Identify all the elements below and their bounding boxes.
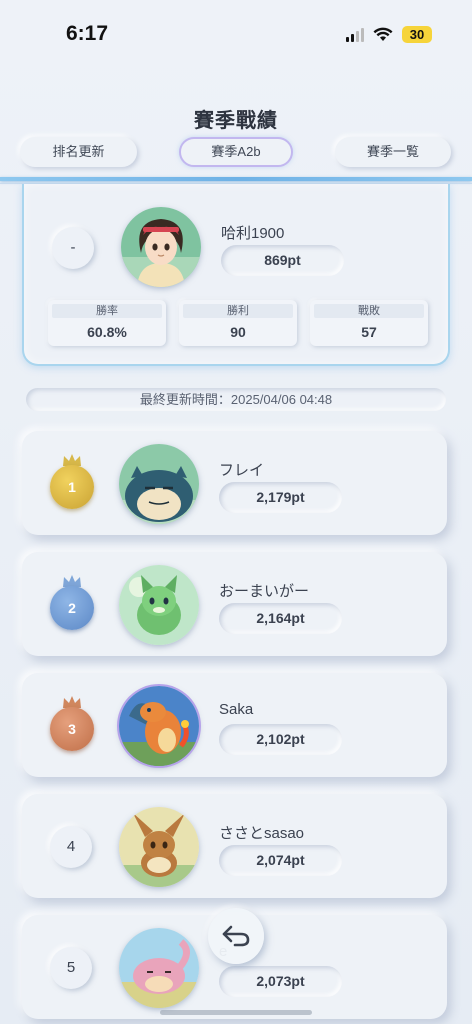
rank-medal-silver: 2 (50, 586, 94, 630)
player-avatar (119, 686, 199, 766)
my-player-name: 哈利1900 (221, 225, 285, 242)
home-indicator[interactable] (160, 1010, 312, 1015)
rank-badge: 4 (50, 826, 92, 868)
stat-win-rate: 勝率 60.8% (48, 300, 166, 346)
player-avatar (119, 565, 199, 645)
back-button[interactable] (208, 908, 264, 964)
signal-icon (346, 27, 364, 42)
player-name: フレイ (219, 462, 265, 479)
last-updated-label: 最終更新時間：2025/04/06 04:48 (26, 388, 446, 411)
rank-badge: 5 (50, 947, 92, 989)
ranking-row[interactable]: 2 おーまいがー 2,164pt (22, 552, 447, 656)
ranking-row[interactable]: 1 フレイ 2,179pt (22, 431, 447, 535)
wifi-icon (373, 27, 393, 41)
stat-label: 勝利 (183, 304, 293, 318)
player-avatar (119, 928, 199, 1008)
stat-losses: 戰敗 57 (310, 300, 428, 346)
ranking-row[interactable]: 4 ささとsasao 2,074pt (22, 794, 447, 898)
player-avatar (119, 807, 199, 887)
ranking-row[interactable]: 3 Saka 2,102pt (22, 673, 447, 777)
stat-wins: 勝利 90 (179, 300, 297, 346)
stat-value: 57 (361, 324, 377, 340)
my-points: 869pt (221, 245, 344, 276)
tab-current-season[interactable]: 賽季A2b (179, 137, 293, 167)
status-time: 6:17 (66, 22, 109, 45)
player-avatar (119, 444, 199, 524)
status-icons: 30 (346, 26, 432, 43)
player-points: 2,074pt (219, 845, 342, 876)
stat-label: 戰敗 (314, 304, 424, 318)
player-points: 2,102pt (219, 724, 342, 755)
player-points: 2,164pt (219, 603, 342, 634)
player-name: Saka (219, 701, 254, 718)
status-bar: 6:17 30 (0, 0, 472, 70)
player-name: ささとsasao (219, 825, 305, 842)
header-divider (0, 177, 472, 181)
battery-indicator: 30 (402, 26, 432, 43)
player-name: おーまいがー (219, 583, 310, 600)
player-points: 2,179pt (219, 482, 342, 513)
my-rank-badge: - (52, 227, 94, 269)
return-arrow-icon (222, 925, 250, 947)
stat-label: 勝率 (52, 304, 162, 318)
rank-medal-gold: 1 (50, 465, 94, 509)
player-points: 2,073pt (219, 966, 342, 997)
stat-value: 60.8% (87, 324, 127, 340)
rank-medal-bronze: 3 (50, 707, 94, 751)
my-avatar (121, 207, 201, 287)
tab-ranking-update[interactable]: 排名更新 (20, 137, 137, 167)
my-record-card: - 哈利1900 869pt 勝率 60.8% 勝利 90 戰敗 57 (22, 184, 450, 366)
page-title: 賽季戰績 (194, 110, 278, 132)
stat-value: 90 (230, 324, 246, 340)
tab-season-list[interactable]: 賽季一覧 (335, 137, 451, 167)
season-record-screen: 6:17 30 賽季戰績 排名更新 賽季A2b 賽季一覧 - 哈利1900 86… (0, 0, 472, 1024)
